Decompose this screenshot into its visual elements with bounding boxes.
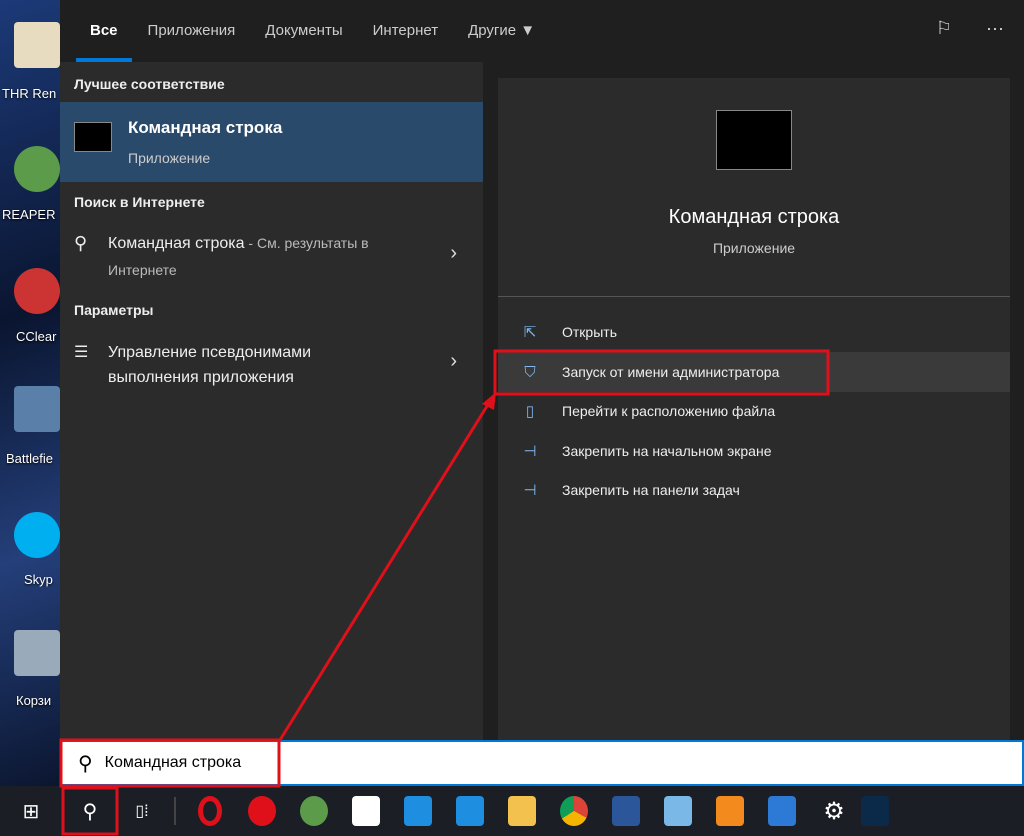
tab-internet[interactable]: Интернет [373, 0, 438, 62]
feedback-icon[interactable]: ⚐ [936, 18, 952, 39]
action-pin-taskbar[interactable]: ⊣ Закрепить на панели задач [498, 470, 1010, 510]
action-label: Перейти к расположению файла [562, 403, 776, 419]
taskbar-app-l[interactable] [444, 786, 496, 836]
task-view-button[interactable]: ▯⁞ [118, 786, 166, 836]
desktop: THR Ren REAPER CClear Battlefie Skyp Кор… [0, 0, 60, 786]
search-icon: ⚲ [82, 800, 98, 823]
windows-icon: ⊞ [22, 800, 40, 823]
cursor-app-icon [352, 796, 380, 826]
mail-icon [404, 796, 432, 826]
taskbar-app-sublime[interactable] [704, 786, 756, 836]
taskbar: ⊞ ⚲ ▯⁞ ⚙ [0, 786, 1024, 836]
separator [174, 797, 176, 825]
desktop-icon-skype[interactable] [14, 512, 60, 558]
tab-all[interactable]: Все [76, 0, 131, 62]
opera-icon [198, 796, 222, 826]
web-suffix: - См. результаты в [244, 235, 369, 251]
action-open[interactable]: ⇱ Открыть [498, 312, 1010, 352]
settings-line2: выполнения приложения [108, 369, 294, 386]
search-input[interactable]: Командная строка [105, 754, 242, 772]
search-icon: ⚲ [78, 752, 93, 775]
taskbar-app-explorer[interactable] [496, 786, 548, 836]
desktop-label: THR Ren [2, 86, 57, 101]
action-label: Запуск от имени администратора [562, 364, 780, 380]
web-item-line2: Интернете [108, 262, 177, 278]
start-button[interactable]: ⊞ [0, 786, 62, 836]
desktop-icon-battlefield[interactable] [14, 386, 60, 432]
yandex-icon [248, 796, 276, 826]
tab-apps[interactable]: Приложения [148, 0, 236, 62]
results-list: Лучшее соответствие Командная строка При… [60, 62, 483, 740]
ps-icon [861, 796, 889, 826]
photos-icon [768, 796, 796, 826]
chevron-right-icon: › [450, 350, 457, 372]
divider [498, 296, 1010, 297]
l-app-icon [456, 796, 484, 826]
best-match-title: Командная строка [128, 118, 283, 137]
file-location-icon: ▯ [525, 403, 535, 420]
action-label: Закрепить на начальном экране [562, 443, 772, 459]
web-query: Командная строка [108, 235, 245, 252]
control-panel-icon [664, 796, 692, 826]
best-match-heading: Лучшее соответствие [74, 76, 225, 92]
desktop-icon-recycle-bin[interactable] [14, 630, 60, 676]
best-match-subtitle: Приложение [128, 150, 211, 166]
reaper-icon [300, 796, 328, 826]
search-box[interactable]: ⚲ Командная строка [60, 740, 1024, 786]
desktop-label: Battlefie [6, 451, 53, 466]
chrome-icon [560, 796, 588, 826]
desktop-icon-thr[interactable] [14, 22, 60, 68]
action-run-as-admin[interactable]: ⛉ Запуск от имени администратора [498, 352, 1010, 392]
more-icon[interactable]: ··· [986, 18, 1004, 39]
cmd-large-icon [716, 110, 792, 170]
preview-title: Командная строка [668, 206, 840, 228]
tab-other-label: Другие [468, 22, 517, 39]
preview-subtitle: Приложение [712, 240, 796, 256]
tab-documents[interactable]: Документы [265, 0, 342, 62]
shield-icon: ⛉ [524, 363, 536, 381]
action-label: Открыть [562, 324, 617, 340]
search-icon: ⚲ [74, 233, 88, 253]
sublime-icon [716, 796, 744, 826]
settings-heading: Параметры [74, 302, 154, 318]
taskbar-app-yandex[interactable] [236, 786, 288, 836]
taskbar-app-cursor[interactable] [340, 786, 392, 836]
taskbar-app-reaper[interactable] [288, 786, 340, 836]
desktop-icon-reaper[interactable] [14, 146, 60, 192]
taskbar-app-photos[interactable] [756, 786, 808, 836]
filter-tabs: Все Приложения Документы Интернет Другие… [60, 0, 1024, 62]
taskbar-app-chrome[interactable] [548, 786, 600, 836]
folder-icon [508, 796, 536, 826]
task-view-icon: ▯⁞ [135, 803, 149, 820]
taskbar-search-button[interactable]: ⚲ [62, 786, 118, 836]
best-match-item[interactable]: Командная строка Приложение [60, 102, 483, 182]
gear-icon: ⚙ [823, 797, 845, 825]
search-panel: Все Приложения Документы Интернет Другие… [60, 0, 1024, 740]
web-item-text: Командная строка - См. результаты в [108, 231, 369, 256]
action-open-file-location[interactable]: ▯ Перейти к расположению файла [498, 391, 1010, 431]
caret-down-icon: ▼ [520, 22, 536, 39]
cmd-icon [74, 122, 112, 152]
preview-pane: Командная строка Приложение ⇱ Открыть ⛉ За… [498, 78, 1010, 740]
tab-other[interactable]: Другие ▼ [468, 0, 535, 62]
taskbar-app-control-panel[interactable] [652, 786, 704, 836]
desktop-label: REAPER [2, 207, 56, 222]
web-heading: Поиск в Интернете [74, 194, 205, 210]
open-icon: ⇱ [523, 324, 537, 341]
chevron-right-icon: › [450, 242, 457, 264]
taskbar-app-ps[interactable] [860, 786, 890, 836]
list-settings-icon: ☰ [74, 344, 89, 361]
desktop-icon-ccleaner[interactable] [14, 268, 60, 314]
pin-icon: ⊣ [523, 482, 537, 499]
taskbar-app-word[interactable] [600, 786, 652, 836]
settings-line1: Управление псевдонимами [108, 344, 312, 361]
taskbar-app-opera[interactable] [184, 786, 236, 836]
word-icon [612, 796, 640, 826]
taskbar-app-mail[interactable] [392, 786, 444, 836]
action-label: Закрепить на панели задач [562, 482, 740, 498]
taskbar-app-settings[interactable]: ⚙ [808, 786, 860, 836]
action-pin-start[interactable]: ⊣ Закрепить на начальном экране [498, 431, 1010, 471]
pin-icon: ⊣ [523, 443, 537, 460]
